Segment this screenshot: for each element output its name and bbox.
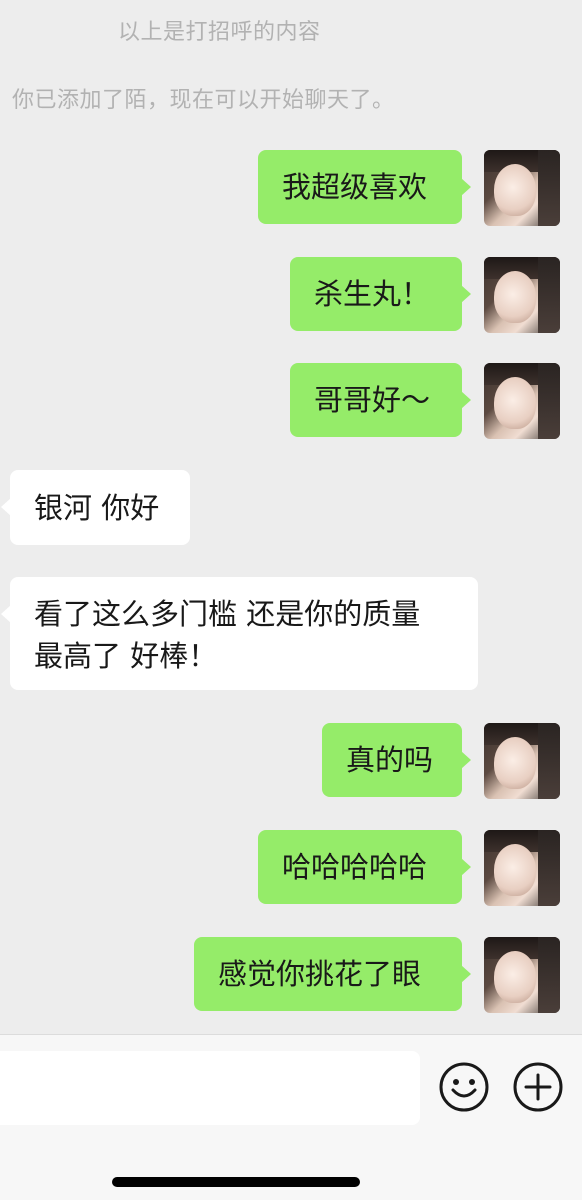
chat-screen: 以上是打招呼的内容 你已添加了陌，现在可以开始聊天了。 我超级喜欢 杀生丸！ 哥… (0, 0, 582, 1200)
my-avatar[interactable] (484, 723, 560, 799)
message-text: 感觉你挑花了眼 (218, 957, 422, 991)
my-message-bubble[interactable]: 杀生丸！ (290, 257, 471, 331)
my-message-bubble[interactable]: 感觉你挑花了眼 (194, 937, 471, 1011)
my-avatar[interactable] (484, 937, 560, 1013)
message-text: 我超级喜欢 (282, 170, 428, 204)
message-text: 哥哥好～ (314, 383, 431, 417)
my-avatar[interactable] (484, 830, 560, 906)
greeting-system-note: 以上是打招呼的内容 (118, 20, 321, 45)
my-avatar[interactable] (484, 150, 560, 226)
home-indicator[interactable] (112, 1177, 360, 1187)
message-text-line: 最高了 好棒！ (34, 639, 218, 673)
my-avatar[interactable] (484, 257, 560, 333)
my-message-bubble[interactable]: 我超级喜欢 (258, 150, 471, 224)
my-message-bubble[interactable]: 哥哥好～ (290, 363, 471, 437)
message-text: 银河 你好 (34, 490, 160, 525)
their-message-bubble[interactable]: 银河 你好 (1, 470, 190, 545)
message-text-line: 看了这么多门槛 还是你的质量 (34, 597, 421, 631)
friend-added-system-note: 你已添加了陌，现在可以开始聊天了。 (12, 88, 395, 113)
message-text: 哈哈哈哈哈 (282, 850, 428, 884)
message-text: 杀生丸！ (314, 277, 431, 311)
my-message-bubble[interactable]: 真的吗 (322, 723, 471, 797)
plus-circle-icon[interactable] (512, 1061, 564, 1113)
their-message-bubble[interactable]: 看了这么多门槛 还是你的质量 最高了 好棒！ (1, 577, 478, 690)
message-text: 真的吗 (346, 743, 434, 777)
message-input[interactable] (0, 1051, 420, 1125)
my-avatar[interactable] (484, 363, 560, 439)
chat-input-bar (0, 1034, 582, 1200)
my-message-bubble[interactable]: 哈哈哈哈哈 (258, 830, 471, 904)
smiley-face-icon[interactable] (438, 1061, 490, 1113)
